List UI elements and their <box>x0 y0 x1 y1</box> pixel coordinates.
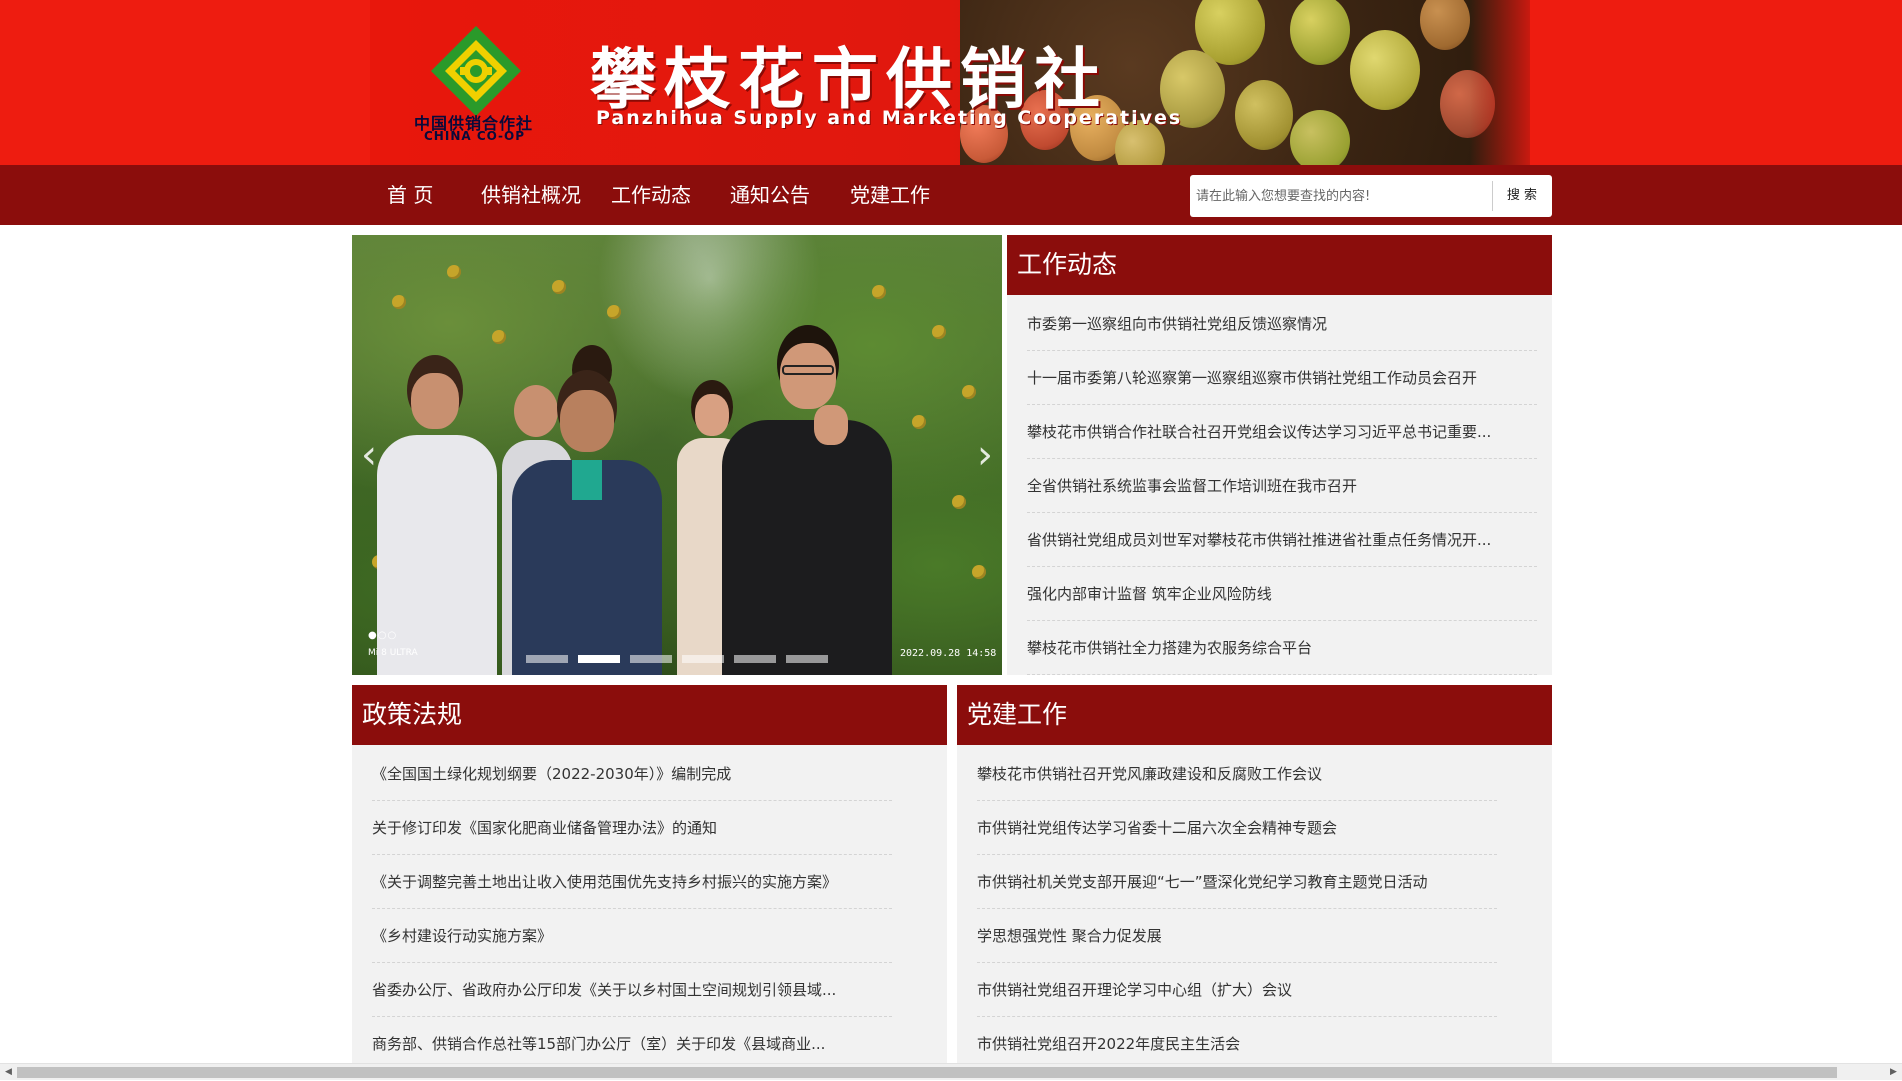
nav-item-overview[interactable]: 供销社概况 <box>481 165 581 225</box>
slider-next-arrow[interactable]: › <box>970 430 1000 480</box>
slider-indicator[interactable] <box>682 655 724 663</box>
list-item[interactable]: 攀枝花市供销合作社联合社召开党组会议传达学习习近平总书记重要... <box>1027 405 1537 459</box>
list-item[interactable]: 省供销社党组成员刘世军对攀枝花市供销社推进省社重点任务情况开... <box>1027 513 1537 567</box>
list-item[interactable]: 全省供销社系统监事会监督工作培训班在我市召开 <box>1027 459 1537 513</box>
nav-item-party-work[interactable]: 党建工作 <box>850 165 930 225</box>
slide-image <box>352 235 1002 675</box>
list-item[interactable]: 《关于调整完善土地出让收入使用范围优先支持乡村振兴的实施方案》 <box>372 855 892 909</box>
horizontal-scrollbar[interactable]: ◀ ▶ <box>0 1063 1902 1080</box>
slider-indicator[interactable] <box>630 655 672 663</box>
party-work-panel: 党建工作 攀枝花市供销社召开党风廉政建设和反腐败工作会议 市供销社党组传达学习省… <box>957 685 1552 1071</box>
list-item[interactable]: 《乡村建设行动实施方案》 <box>372 909 892 963</box>
scrollbar-thumb[interactable] <box>17 1067 1837 1078</box>
nav-item-home[interactable]: 首 页 <box>387 165 433 225</box>
logo-text-english: CHINA CO-OP <box>424 129 526 143</box>
list-item[interactable]: 关于修订印发《国家化肥商业储备管理办法》的通知 <box>372 801 892 855</box>
list-item[interactable]: 学思想强党性 聚合力促发展 <box>977 909 1497 963</box>
slider-indicator[interactable] <box>734 655 776 663</box>
work-news-header: 工作动态 <box>1007 235 1552 295</box>
slider-indicators <box>526 655 828 663</box>
list-item[interactable]: 攀枝花市供销社召开党风廉政建设和反腐败工作会议 <box>977 747 1497 801</box>
site-subtitle: Panzhihua Supply and Marketing Cooperati… <box>596 107 1183 129</box>
scroll-left-icon[interactable]: ◀ <box>0 1064 17 1081</box>
slider-indicator[interactable] <box>526 655 568 663</box>
policy-title[interactable]: 政策法规 <box>362 685 462 745</box>
list-item[interactable]: 《全国国土绿化规划纲要（2022-2030年）》编制完成 <box>372 747 892 801</box>
policy-list: 《全国国土绿化规划纲要（2022-2030年）》编制完成 关于修订印发《国家化肥… <box>372 747 892 1071</box>
work-news-title[interactable]: 工作动态 <box>1017 235 1117 295</box>
search-box: 搜 索 <box>1190 175 1552 217</box>
work-news-list: 市委第一巡察组向市供销社党组反馈巡察情况 十一届市委第八轮巡察第一巡察组巡察市供… <box>1027 297 1537 675</box>
policy-panel: 政策法规 《全国国土绿化规划纲要（2022-2030年）》编制完成 关于修订印发… <box>352 685 947 1071</box>
search-divider <box>1492 181 1493 211</box>
search-button[interactable]: 搜 索 <box>1494 175 1550 217</box>
list-item[interactable]: 市供销社机关党支部开展迎“七一”暨深化党纪学习教育主题党日活动 <box>977 855 1497 909</box>
nav-item-notices[interactable]: 通知公告 <box>730 165 810 225</box>
party-work-title[interactable]: 党建工作 <box>967 685 1067 745</box>
list-item[interactable]: 攀枝花市供销社全力搭建为农服务综合平台 <box>1027 621 1537 675</box>
header-banner: 中国供销合作社 CHINA CO-OP 攀枝花市供销社 Panzhihua Su… <box>0 0 1902 165</box>
list-item[interactable]: 强化内部审计监督 筑牢企业风险防线 <box>1027 567 1537 621</box>
slider-indicator[interactable] <box>786 655 828 663</box>
party-work-list: 攀枝花市供销社召开党风廉政建设和反腐败工作会议 市供销社党组传达学习省委十二届六… <box>977 747 1497 1071</box>
list-item[interactable]: 市供销社党组召开理论学习中心组（扩大）会议 <box>977 963 1497 1017</box>
main-nav: 首 页 供销社概况 工作动态 通知公告 党建工作 <box>0 165 1902 225</box>
party-work-header: 党建工作 <box>957 685 1552 745</box>
scroll-right-icon[interactable]: ▶ <box>1885 1064 1902 1081</box>
list-item[interactable]: 省委办公厅、省政府办公厅印发《关于以乡村国土空间规划引领县域... <box>372 963 892 1017</box>
policy-header: 政策法规 <box>352 685 947 745</box>
list-item[interactable]: 市委第一巡察组向市供销社党组反馈巡察情况 <box>1027 297 1537 351</box>
photo-timestamp: 2022.09.28 14:58 <box>900 648 997 659</box>
list-item[interactable]: 市供销社党组传达学习省委十二届六次全会精神专题会 <box>977 801 1497 855</box>
list-item[interactable]: 十一届市委第八轮巡察第一巡察组巡察市供销社党组工作动员会召开 <box>1027 351 1537 405</box>
nav-item-work-news[interactable]: 工作动态 <box>611 165 691 225</box>
slider-prev-arrow[interactable]: ‹ <box>354 430 384 480</box>
photo-brand-watermark: Mi 8 ULTRA <box>368 648 418 658</box>
work-news-panel: 工作动态 市委第一巡察组向市供销社党组反馈巡察情况 十一届市委第八轮巡察第一巡察… <box>1007 235 1552 675</box>
photo-dots: ●○○ <box>368 630 398 641</box>
photo-slider[interactable]: ‹ › ●○○ Mi 8 ULTRA 2022.09.28 14:58 <box>352 235 1002 675</box>
search-input[interactable] <box>1190 175 1490 217</box>
slider-indicator-active[interactable] <box>578 655 620 663</box>
